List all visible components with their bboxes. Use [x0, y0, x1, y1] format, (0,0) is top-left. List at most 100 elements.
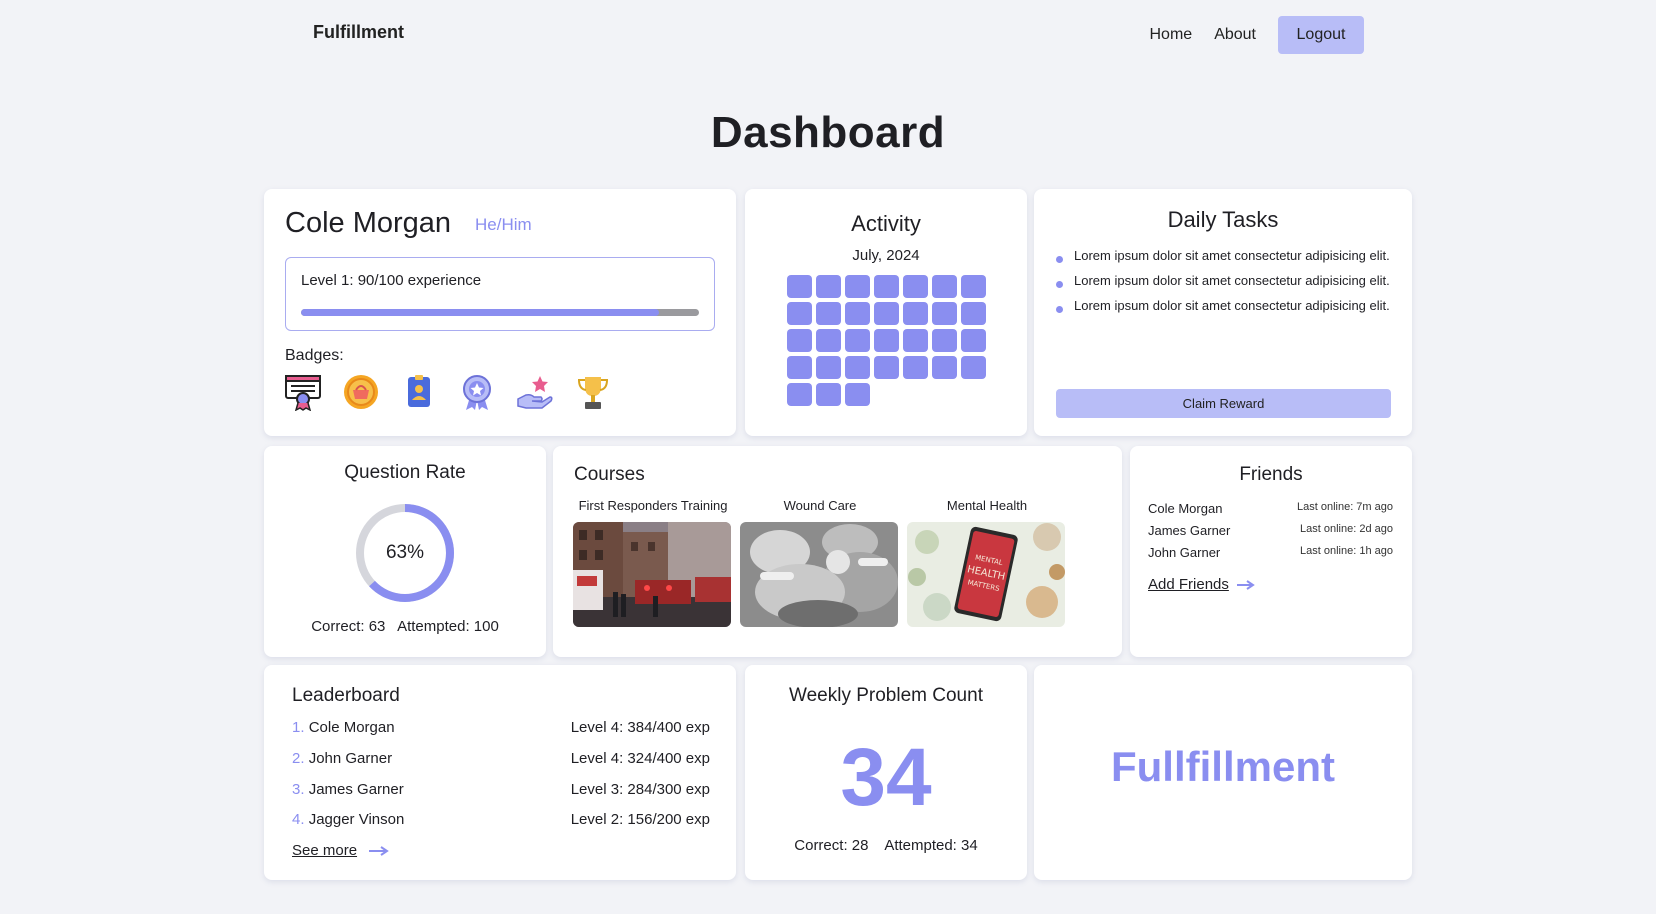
- calendar-day[interactable]: [874, 356, 899, 379]
- leaderboard-level: Level 3: 284/300 exp: [570, 781, 710, 798]
- task-item: Lorem ipsum dolor sit amet consectetur a…: [1054, 247, 1394, 265]
- add-friends-label[interactable]: Add Friends: [1148, 576, 1229, 593]
- leaderboard-row[interactable]: 4. Jagger Vinson Level 2: 156/200 exp: [292, 811, 710, 828]
- weekly-correct: Correct: 28: [794, 837, 869, 854]
- leaderboard-rank: 1.: [292, 719, 305, 736]
- calendar-day[interactable]: [845, 302, 870, 325]
- id-card-icon[interactable]: [400, 373, 438, 411]
- daily-tasks-title: Daily Tasks: [1167, 207, 1279, 232]
- calendar-day[interactable]: [874, 329, 899, 352]
- leaderboard-row[interactable]: 3. James Garner Level 3: 284/300 exp: [292, 781, 710, 798]
- leaderboard-row[interactable]: 2. John Garner Level 4: 324/400 exp: [292, 750, 710, 767]
- nav-link-home[interactable]: Home: [1150, 26, 1193, 44]
- nav-brand[interactable]: Fulfillment: [313, 22, 404, 43]
- calendar-day[interactable]: [874, 275, 899, 298]
- calendar-day[interactable]: [787, 356, 812, 379]
- leaderboard-title: Leaderboard: [292, 685, 400, 706]
- course-card[interactable]: Wound Care: [740, 498, 900, 627]
- question-rate-percent: 63%: [385, 542, 425, 563]
- friend-last-online: Last online: 1h ago: [1300, 545, 1393, 557]
- calendar-day[interactable]: [787, 275, 812, 298]
- friend-name: James Garner: [1148, 523, 1231, 538]
- bullet-dot-icon: [1056, 256, 1063, 263]
- calendar-day[interactable]: [903, 329, 928, 352]
- friend-name: John Garner: [1148, 545, 1221, 560]
- badges-label: Badges:: [285, 347, 344, 364]
- calendar-day[interactable]: [816, 356, 841, 379]
- add-friends-link[interactable]: Add Friends: [1148, 576, 1255, 593]
- task-item: Lorem ipsum dolor sit amet consectetur a…: [1054, 297, 1394, 315]
- see-more-link[interactable]: See more: [292, 842, 389, 859]
- trophy-icon[interactable]: [574, 373, 612, 411]
- course-image-surgery[interactable]: [740, 522, 898, 627]
- basket-medal-icon[interactable]: [342, 373, 380, 411]
- friend-row[interactable]: Cole Morgan Last online: 7m ago: [1148, 501, 1393, 516]
- calendar-day[interactable]: [932, 275, 957, 298]
- leaderboard-level: Level 4: 324/400 exp: [570, 750, 710, 767]
- task-text: Lorem ipsum dolor sit amet consectetur a…: [1074, 248, 1390, 263]
- leaderboard-name: Cole Morgan: [308, 719, 395, 736]
- calendar-day[interactable]: [932, 302, 957, 325]
- calendar-day[interactable]: [787, 383, 812, 406]
- course-name: Mental Health: [946, 498, 1028, 513]
- question-rate-ring: 63%: [353, 501, 457, 605]
- friend-row[interactable]: John Garner Last online: 1h ago: [1148, 545, 1393, 560]
- calendar-day[interactable]: [961, 329, 986, 352]
- logout-button[interactable]: Logout: [1278, 16, 1364, 54]
- rosette-star-icon[interactable]: [458, 373, 496, 411]
- courses-card: Courses First Responders Training Wound: [553, 446, 1122, 657]
- calendar-day[interactable]: [787, 302, 812, 325]
- bullet-dot-icon: [1056, 281, 1063, 288]
- nav-link-about[interactable]: About: [1214, 26, 1256, 44]
- daily-tasks-card: Daily Tasks Lorem ipsum dolor sit amet c…: [1034, 189, 1412, 436]
- page-title: Dashboard: [710, 108, 946, 157]
- calendar-day[interactable]: [903, 302, 928, 325]
- arrow-right-icon: [1236, 579, 1255, 590]
- question-rate-title: Question Rate: [344, 462, 466, 483]
- calendar-day[interactable]: [845, 356, 870, 379]
- leaderboard-name: John Garner: [308, 750, 393, 767]
- friend-name: Cole Morgan: [1148, 501, 1223, 516]
- calendar-day[interactable]: [845, 329, 870, 352]
- calendar-day[interactable]: [816, 275, 841, 298]
- profile-name: Cole Morgan: [285, 207, 452, 239]
- calendar-day[interactable]: [932, 356, 957, 379]
- calendar-day[interactable]: [961, 275, 986, 298]
- calendar-day[interactable]: [845, 383, 870, 406]
- claim-reward-button[interactable]: Claim Reward: [1056, 389, 1391, 418]
- course-card[interactable]: Mental Health MENTAL HEALTH MATTERS: [907, 498, 1067, 627]
- calendar-day[interactable]: [903, 356, 928, 379]
- question-rate-card: Question Rate 63% Correct: 63 Attempted:…: [264, 446, 546, 657]
- experience-bar-fill: [301, 309, 660, 316]
- calendar-day[interactable]: [903, 275, 928, 298]
- friend-row[interactable]: James Garner Last online: 2d ago: [1148, 523, 1393, 538]
- calendar-day[interactable]: [816, 302, 841, 325]
- calendar-day[interactable]: [874, 302, 899, 325]
- calendar-day[interactable]: [787, 329, 812, 352]
- calendar-day[interactable]: [961, 356, 986, 379]
- leaderboard-card: Leaderboard 1. Cole Morgan Level 4: 384/…: [264, 665, 736, 880]
- calendar-day[interactable]: [816, 329, 841, 352]
- weekly-title: Weekly Problem Count: [789, 685, 983, 706]
- leaderboard-name: Jagger Vinson: [308, 811, 405, 828]
- nav-links: Home About Logout: [1150, 16, 1364, 54]
- course-image-mental-health[interactable]: MENTAL HEALTH MATTERS: [907, 522, 1065, 627]
- friends-title: Friends: [1239, 464, 1303, 485]
- certificate-badge-icon[interactable]: [284, 373, 322, 411]
- calendar-day[interactable]: [845, 275, 870, 298]
- friends-card: Friends Cole Morgan Last online: 7m ago …: [1130, 446, 1412, 657]
- calendar-day[interactable]: [816, 383, 841, 406]
- activity-month: July, 2024: [852, 247, 920, 264]
- leaderboard-row[interactable]: 1. Cole Morgan Level 4: 384/400 exp: [292, 719, 710, 736]
- task-item: Lorem ipsum dolor sit amet consectetur a…: [1054, 272, 1394, 290]
- activity-calendar: [787, 275, 986, 406]
- courses-title: Courses: [574, 464, 645, 485]
- calendar-day[interactable]: [932, 329, 957, 352]
- see-more-label[interactable]: See more: [292, 842, 357, 859]
- calendar-day[interactable]: [961, 302, 986, 325]
- course-card[interactable]: First Responders Training: [573, 498, 733, 627]
- course-image-street[interactable]: [573, 522, 731, 627]
- profile-card: Cole Morgan He/Him Level 1: 90/100 exper…: [264, 189, 736, 436]
- hand-star-icon[interactable]: [516, 373, 554, 411]
- course-name: Wound Care: [783, 498, 857, 513]
